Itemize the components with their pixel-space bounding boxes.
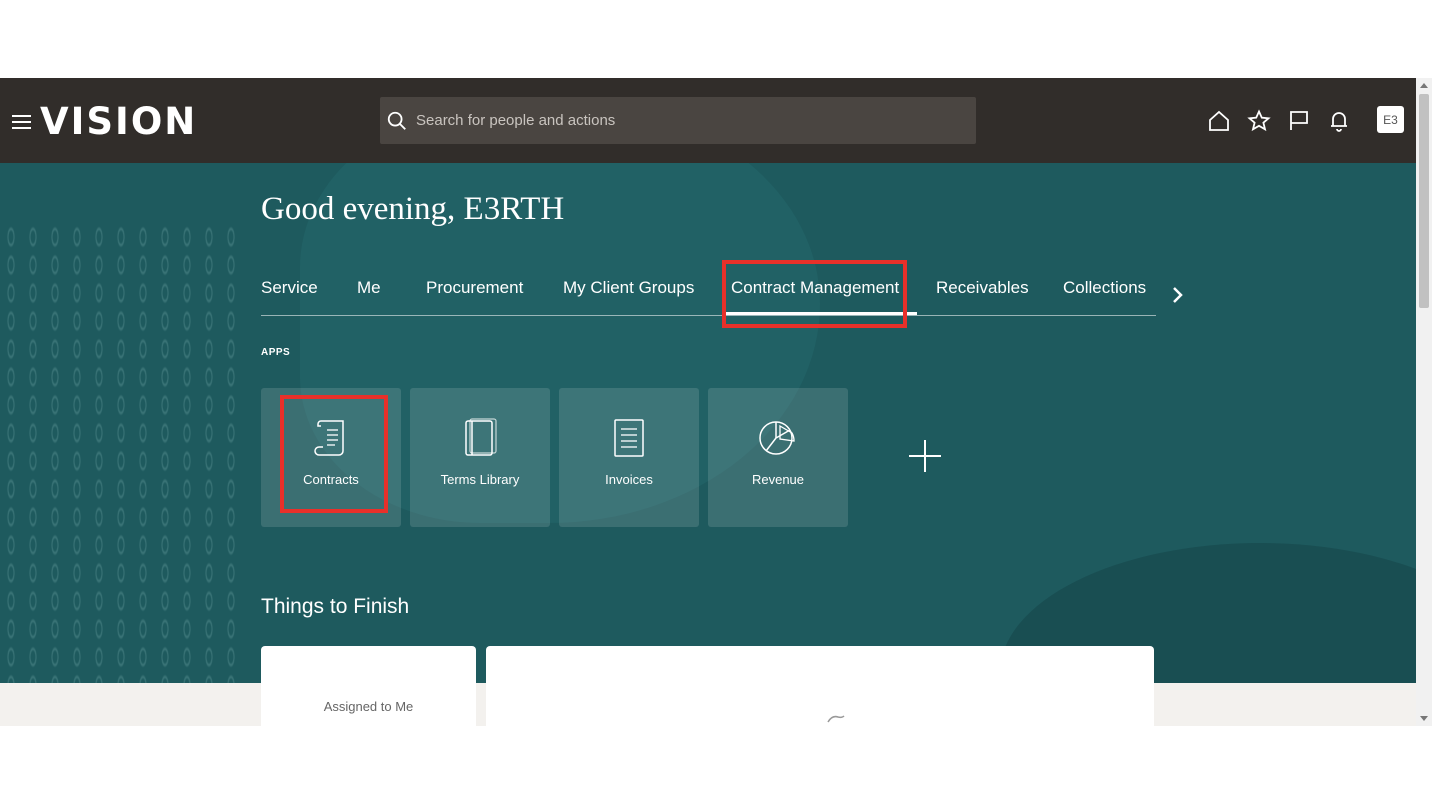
app-tile-terms-library[interactable]: Terms Library — [410, 388, 550, 527]
greeting-title: Good evening, E3RTH — [261, 191, 565, 227]
book-icon — [465, 418, 497, 456]
scrollbar-thumb[interactable] — [1419, 94, 1429, 308]
assigned-to-me-card[interactable]: Assigned to Me — [261, 646, 476, 726]
springboard-tabs: Service Me Procurement My Client Groups … — [261, 278, 1156, 316]
assigned-to-me-label: Assigned to Me — [323, 699, 414, 714]
vision-logo[interactable]: VISION — [40, 100, 197, 143]
app-tile-revenue[interactable]: Revenue — [708, 388, 848, 527]
pie-chart-icon — [759, 421, 795, 455]
tab-collections[interactable]: Collections — [1063, 278, 1146, 298]
tab-me[interactable]: Me — [357, 278, 381, 298]
search-icon — [387, 111, 406, 130]
tab-receivables[interactable]: Receivables — [936, 278, 1029, 298]
page-scrollbar[interactable] — [1416, 78, 1432, 726]
tile-highlight-box — [280, 395, 388, 513]
apps-section-label: APPS — [261, 347, 291, 358]
tab-highlight-box — [722, 260, 907, 328]
star-icon[interactable] — [1247, 109, 1271, 133]
springboard-hero: Good evening, E3RTH Service Me Procureme… — [0, 163, 1416, 683]
app-tile-label: Invoices — [605, 472, 653, 487]
user-avatar[interactable]: E3 — [1377, 106, 1404, 133]
bell-icon[interactable] — [1327, 109, 1351, 133]
document-icon — [614, 419, 644, 457]
search-input[interactable] — [416, 112, 956, 129]
scroll-down-icon[interactable] — [1420, 716, 1428, 721]
global-search[interactable] — [380, 97, 976, 144]
background-pattern — [0, 223, 240, 683]
tab-my-client-groups[interactable]: My Client Groups — [563, 278, 694, 298]
flag-icon[interactable] — [1287, 109, 1311, 133]
app-tile-label: Terms Library — [440, 472, 520, 487]
app-tile-invoices[interactable]: Invoices — [559, 388, 699, 527]
app-tile-label: Revenue — [751, 472, 805, 487]
things-to-finish-card — [486, 646, 1154, 726]
scroll-up-icon[interactable] — [1420, 83, 1428, 88]
add-icon[interactable] — [907, 438, 943, 474]
home-icon[interactable] — [1207, 109, 1231, 133]
global-header: VISION E3 — [0, 78, 1416, 163]
loading-icon — [827, 715, 845, 723]
navigator-menu-icon[interactable] — [12, 115, 32, 131]
app-frame: VISION E3 Good evening, E3RTH — [0, 78, 1432, 726]
chevron-right-icon[interactable] — [1170, 285, 1186, 305]
tab-service[interactable]: Service — [261, 278, 318, 298]
things-to-finish-title: Things to Finish — [261, 595, 410, 618]
tab-procurement[interactable]: Procurement — [426, 278, 523, 298]
